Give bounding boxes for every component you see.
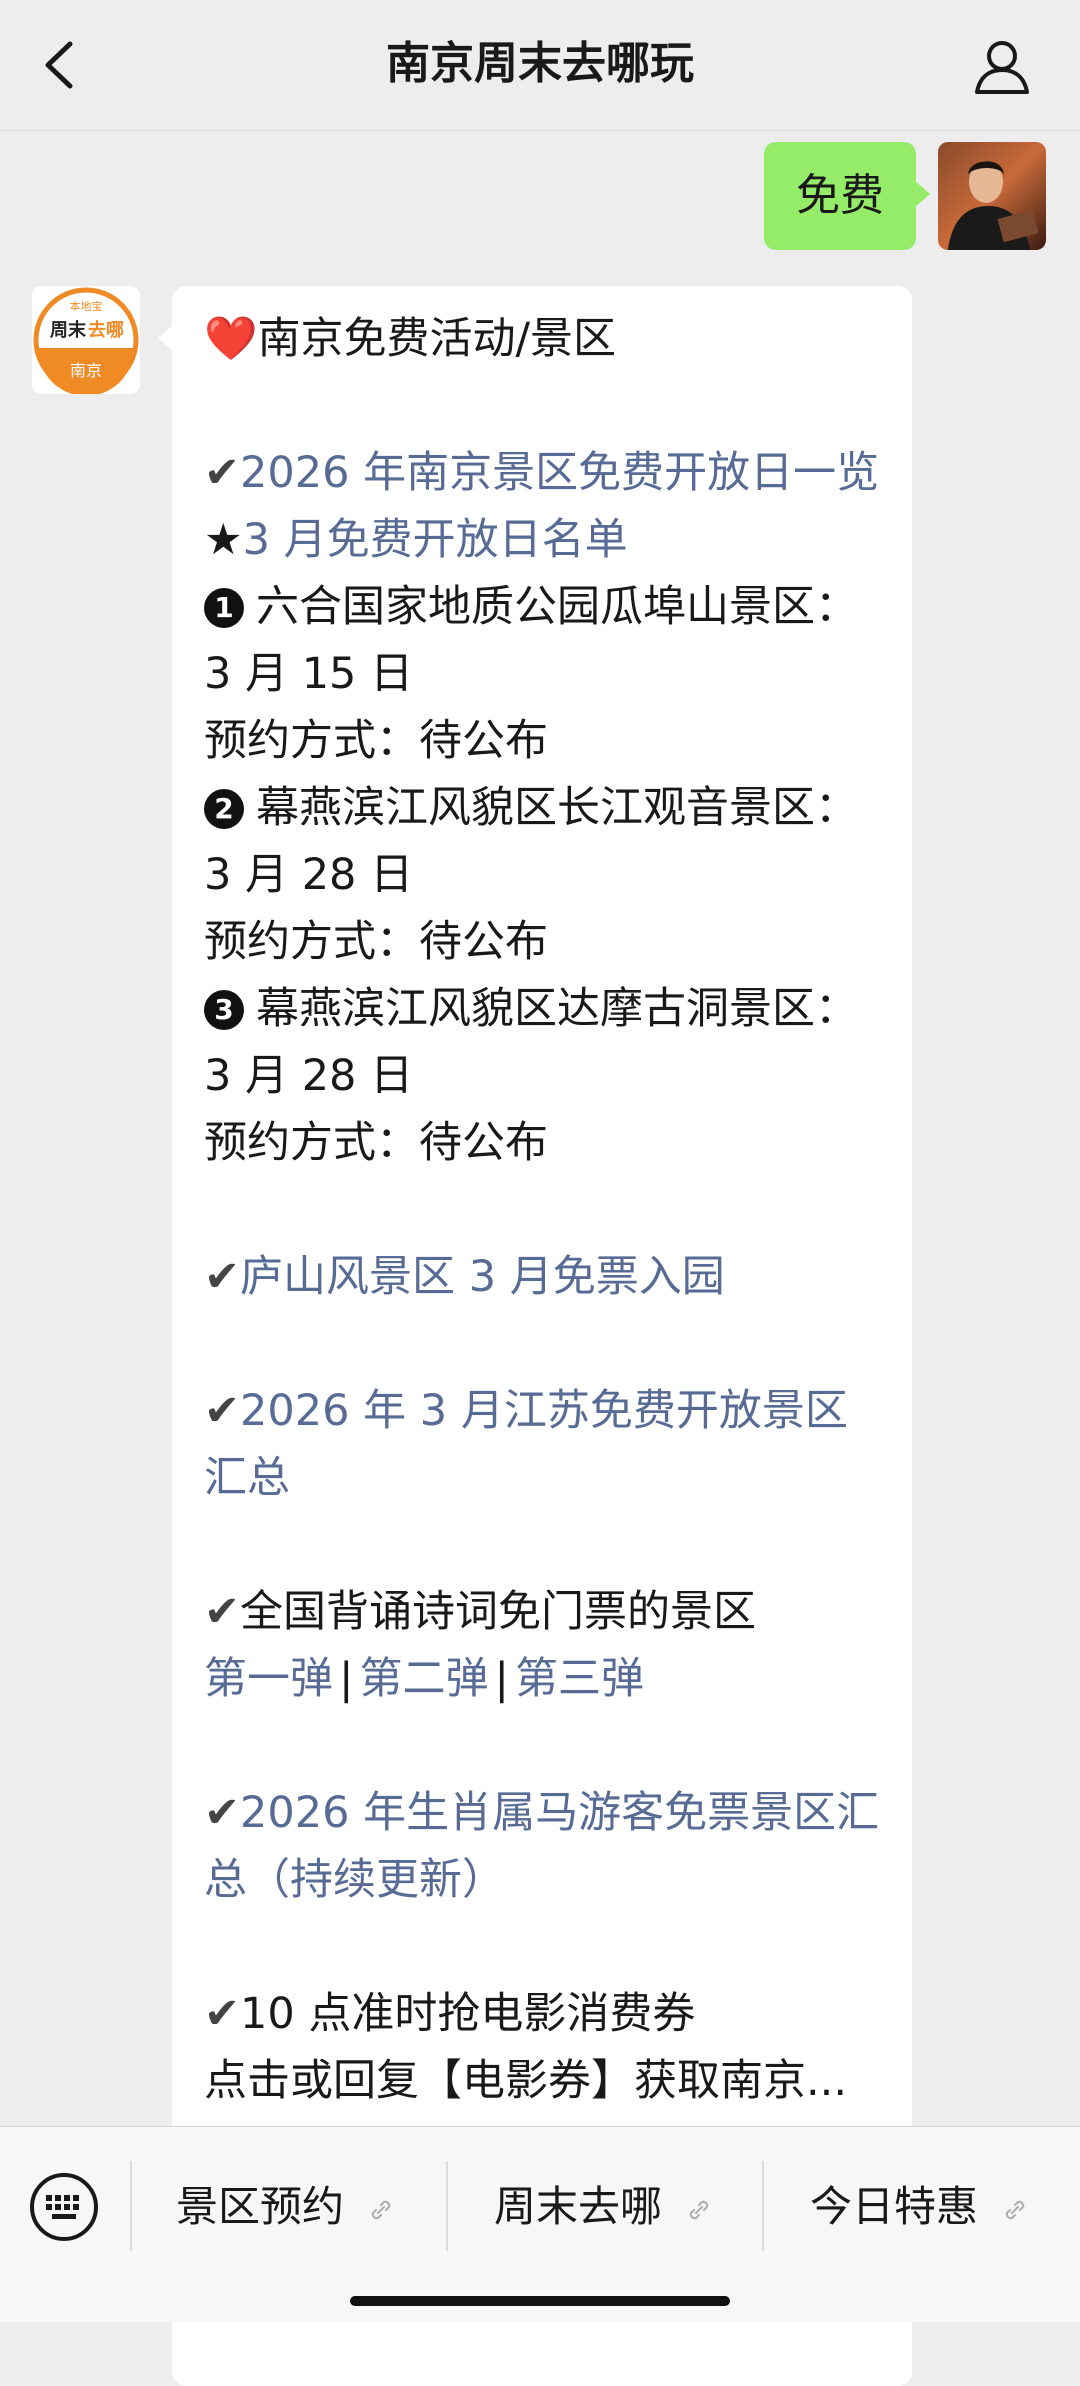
number-badge-icon: 1 xyxy=(204,588,244,628)
header-divider xyxy=(0,130,1080,131)
keyboard-icon[interactable] xyxy=(28,2171,100,2243)
link-poetry-3[interactable]: 第三弹 xyxy=(515,1654,644,1704)
check-icon: ✔ xyxy=(204,448,241,498)
svg-text:南京: 南京 xyxy=(70,361,102,380)
outgoing-message-text: 免费 xyxy=(796,170,884,221)
link-poetry-1[interactable]: 第一弹 xyxy=(204,1654,333,1704)
message-heading: ❤️南京免费活动/景区 xyxy=(204,314,617,364)
item2-booking: 预约方式：待公布 xyxy=(204,917,548,967)
user-avatar-image xyxy=(938,142,1046,250)
svg-text:去哪: 去哪 xyxy=(88,319,124,341)
item2-date: 3 月 28 日 xyxy=(204,850,414,900)
check-icon: ✔ xyxy=(204,1788,241,1838)
item1-date: 3 月 15 日 xyxy=(204,649,414,699)
star-icon: ★ xyxy=(204,515,243,565)
svg-text:周末: 周末 xyxy=(50,319,87,341)
check-icon: ✔ xyxy=(204,1252,241,1302)
heart-icon: ❤️ xyxy=(204,314,258,364)
outgoing-message-bubble[interactable]: 免费 xyxy=(764,142,930,250)
home-indicator[interactable] xyxy=(350,2296,730,2306)
link-icon xyxy=(1006,2200,1025,2219)
list-item-1: 1 六合国家地质公园瓜埠山景区： xyxy=(204,574,884,641)
link-jiangsu[interactable]: ✔2026 年 3 月江苏免费开放景区汇总 xyxy=(204,1378,884,1512)
menu-divider xyxy=(130,2161,132,2251)
user-avatar[interactable] xyxy=(938,142,1046,250)
item1-booking: 预约方式：待公布 xyxy=(204,716,548,766)
check-icon: ✔ xyxy=(204,1989,241,2039)
number-badge-icon: 2 xyxy=(204,789,244,829)
item3-date: 3 月 28 日 xyxy=(204,1051,414,1101)
menu-divider xyxy=(762,2161,764,2251)
bottom-menu: 景区预约 周末去哪 今日特惠 xyxy=(0,2126,1080,2322)
link-icon xyxy=(372,2200,391,2219)
menu-today-deals[interactable]: 今日特惠 xyxy=(810,2167,1029,2247)
check-icon: ✔ xyxy=(204,1587,241,1637)
link-lushan[interactable]: ✔庐山风景区 3 月免票入园 xyxy=(204,1244,884,1311)
link-icon xyxy=(690,2200,709,2219)
menu-divider xyxy=(446,2161,448,2251)
item3-booking: 预约方式：待公布 xyxy=(204,1118,548,1168)
check-icon: ✔ xyxy=(204,1386,241,1436)
profile-icon[interactable] xyxy=(972,36,1032,96)
link-march-list[interactable]: ★3 月免费开放日名单 xyxy=(204,507,884,574)
svg-text:本地宝: 本地宝 xyxy=(70,299,103,313)
number-badge-icon: 3 xyxy=(204,990,244,1030)
cut-off-text: 点击或回复【电影券】获取南京... xyxy=(204,2056,848,2106)
menu-scenic-booking[interactable]: 景区预约 xyxy=(176,2167,395,2247)
poetry-links: 第一弹 | 第二弹 | 第三弹 xyxy=(204,1654,644,1704)
account-logo: 本地宝 周末 去哪 南京 xyxy=(33,287,139,394)
link-poetry-2[interactable]: 第二弹 xyxy=(360,1654,489,1704)
poetry-text: ✔全国背诵诗词免门票的景区 xyxy=(204,1587,757,1637)
movie-text: ✔10 点准时抢电影消费券 xyxy=(204,1989,696,2039)
nav-bar: 南京周末去哪玩 xyxy=(0,0,1080,130)
incoming-message-bubble: ❤️南京免费活动/景区 ✔2026 年南京景区免费开放日一览 ★3 月免费开放日… xyxy=(158,286,912,2386)
menu-weekend[interactable]: 周末去哪 xyxy=(494,2167,713,2247)
list-item-3: 3 幕燕滨江风貌区达摩古洞景区： xyxy=(204,976,884,1043)
page-title: 南京周末去哪玩 xyxy=(386,38,694,89)
list-item-2: 2 幕燕滨江风貌区长江观音景区： xyxy=(204,775,884,842)
link-free-days-list[interactable]: ✔2026 年南京景区免费开放日一览 xyxy=(204,440,884,507)
link-zodiac[interactable]: ✔2026 年生肖属马游客免票景区汇总（持续更新） xyxy=(204,1780,884,1914)
account-avatar[interactable]: 本地宝 周末 去哪 南京 xyxy=(32,286,140,394)
